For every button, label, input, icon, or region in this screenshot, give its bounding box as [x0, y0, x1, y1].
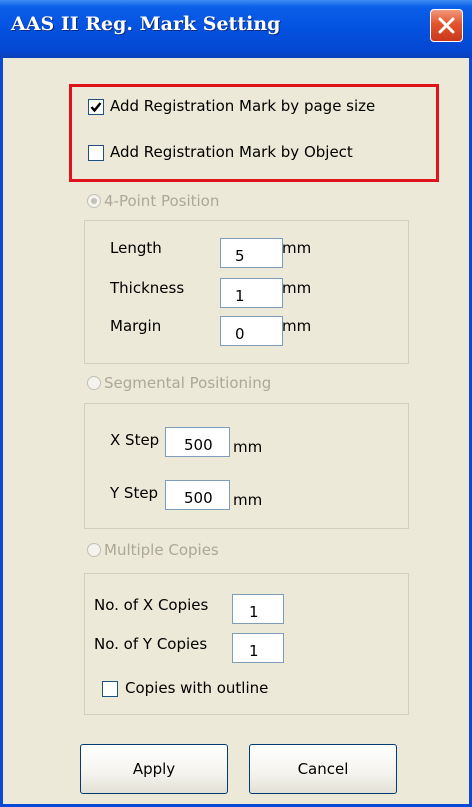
- four-point-group: Length 5 mm Thickness 1 mm Margin 0 mm: [84, 220, 409, 364]
- window-title: AAS II Reg. Mark Setting: [11, 13, 281, 35]
- length-unit: mm: [282, 239, 312, 257]
- thickness-unit: mm: [282, 279, 312, 297]
- y-step-label: Y Step: [110, 484, 159, 502]
- segmental-group: X Step 500 mm Y Step 500 mm: [84, 403, 409, 529]
- margin-field[interactable]: 0: [220, 316, 283, 346]
- segmental-label[interactable]: Segmental Positioning: [104, 374, 271, 392]
- segmental-radio[interactable]: [87, 376, 101, 390]
- by-page-size-checkbox[interactable]: [88, 99, 104, 115]
- y-copies-label: No. of Y Copies: [94, 635, 208, 653]
- x-step-unit: mm: [233, 438, 263, 456]
- multiple-copies-label[interactable]: Multiple Copies: [104, 541, 219, 559]
- four-point-radio[interactable]: [87, 194, 101, 208]
- x-copies-label: No. of X Copies: [94, 596, 209, 614]
- length-label: Length: [110, 239, 162, 257]
- title-bar[interactable]: AAS II Reg. Mark Setting: [0, 0, 472, 58]
- by-object-checkbox[interactable]: [88, 145, 104, 161]
- thickness-field[interactable]: 1: [220, 278, 283, 308]
- outline-label[interactable]: Copies with outline: [125, 679, 268, 697]
- dialog-window: AAS II Reg. Mark Setting Add Registratio…: [0, 0, 472, 807]
- y-step-field[interactable]: 500: [165, 480, 230, 510]
- x-copies-field[interactable]: 1: [232, 594, 284, 624]
- margin-unit: mm: [282, 317, 312, 335]
- length-field[interactable]: 5: [220, 238, 283, 268]
- y-copies-field[interactable]: 1: [232, 633, 284, 663]
- multiple-copies-group: No. of X Copies 1 No. of Y Copies 1 Copi…: [84, 573, 409, 715]
- close-button[interactable]: [430, 9, 463, 42]
- by-page-size-label[interactable]: Add Registration Mark by page size: [110, 97, 375, 115]
- thickness-label: Thickness: [110, 279, 185, 297]
- multiple-copies-radio[interactable]: [87, 543, 101, 557]
- four-point-label[interactable]: 4-Point Position: [104, 192, 219, 210]
- outline-checkbox[interactable]: [102, 681, 118, 697]
- by-object-label[interactable]: Add Registration Mark by Object: [110, 143, 353, 161]
- margin-label: Margin: [110, 317, 162, 335]
- cancel-button[interactable]: Cancel: [249, 744, 397, 794]
- y-step-unit: mm: [233, 491, 263, 509]
- x-step-label: X Step: [110, 431, 160, 449]
- apply-button[interactable]: Apply: [80, 744, 228, 794]
- x-step-field[interactable]: 500: [165, 427, 230, 457]
